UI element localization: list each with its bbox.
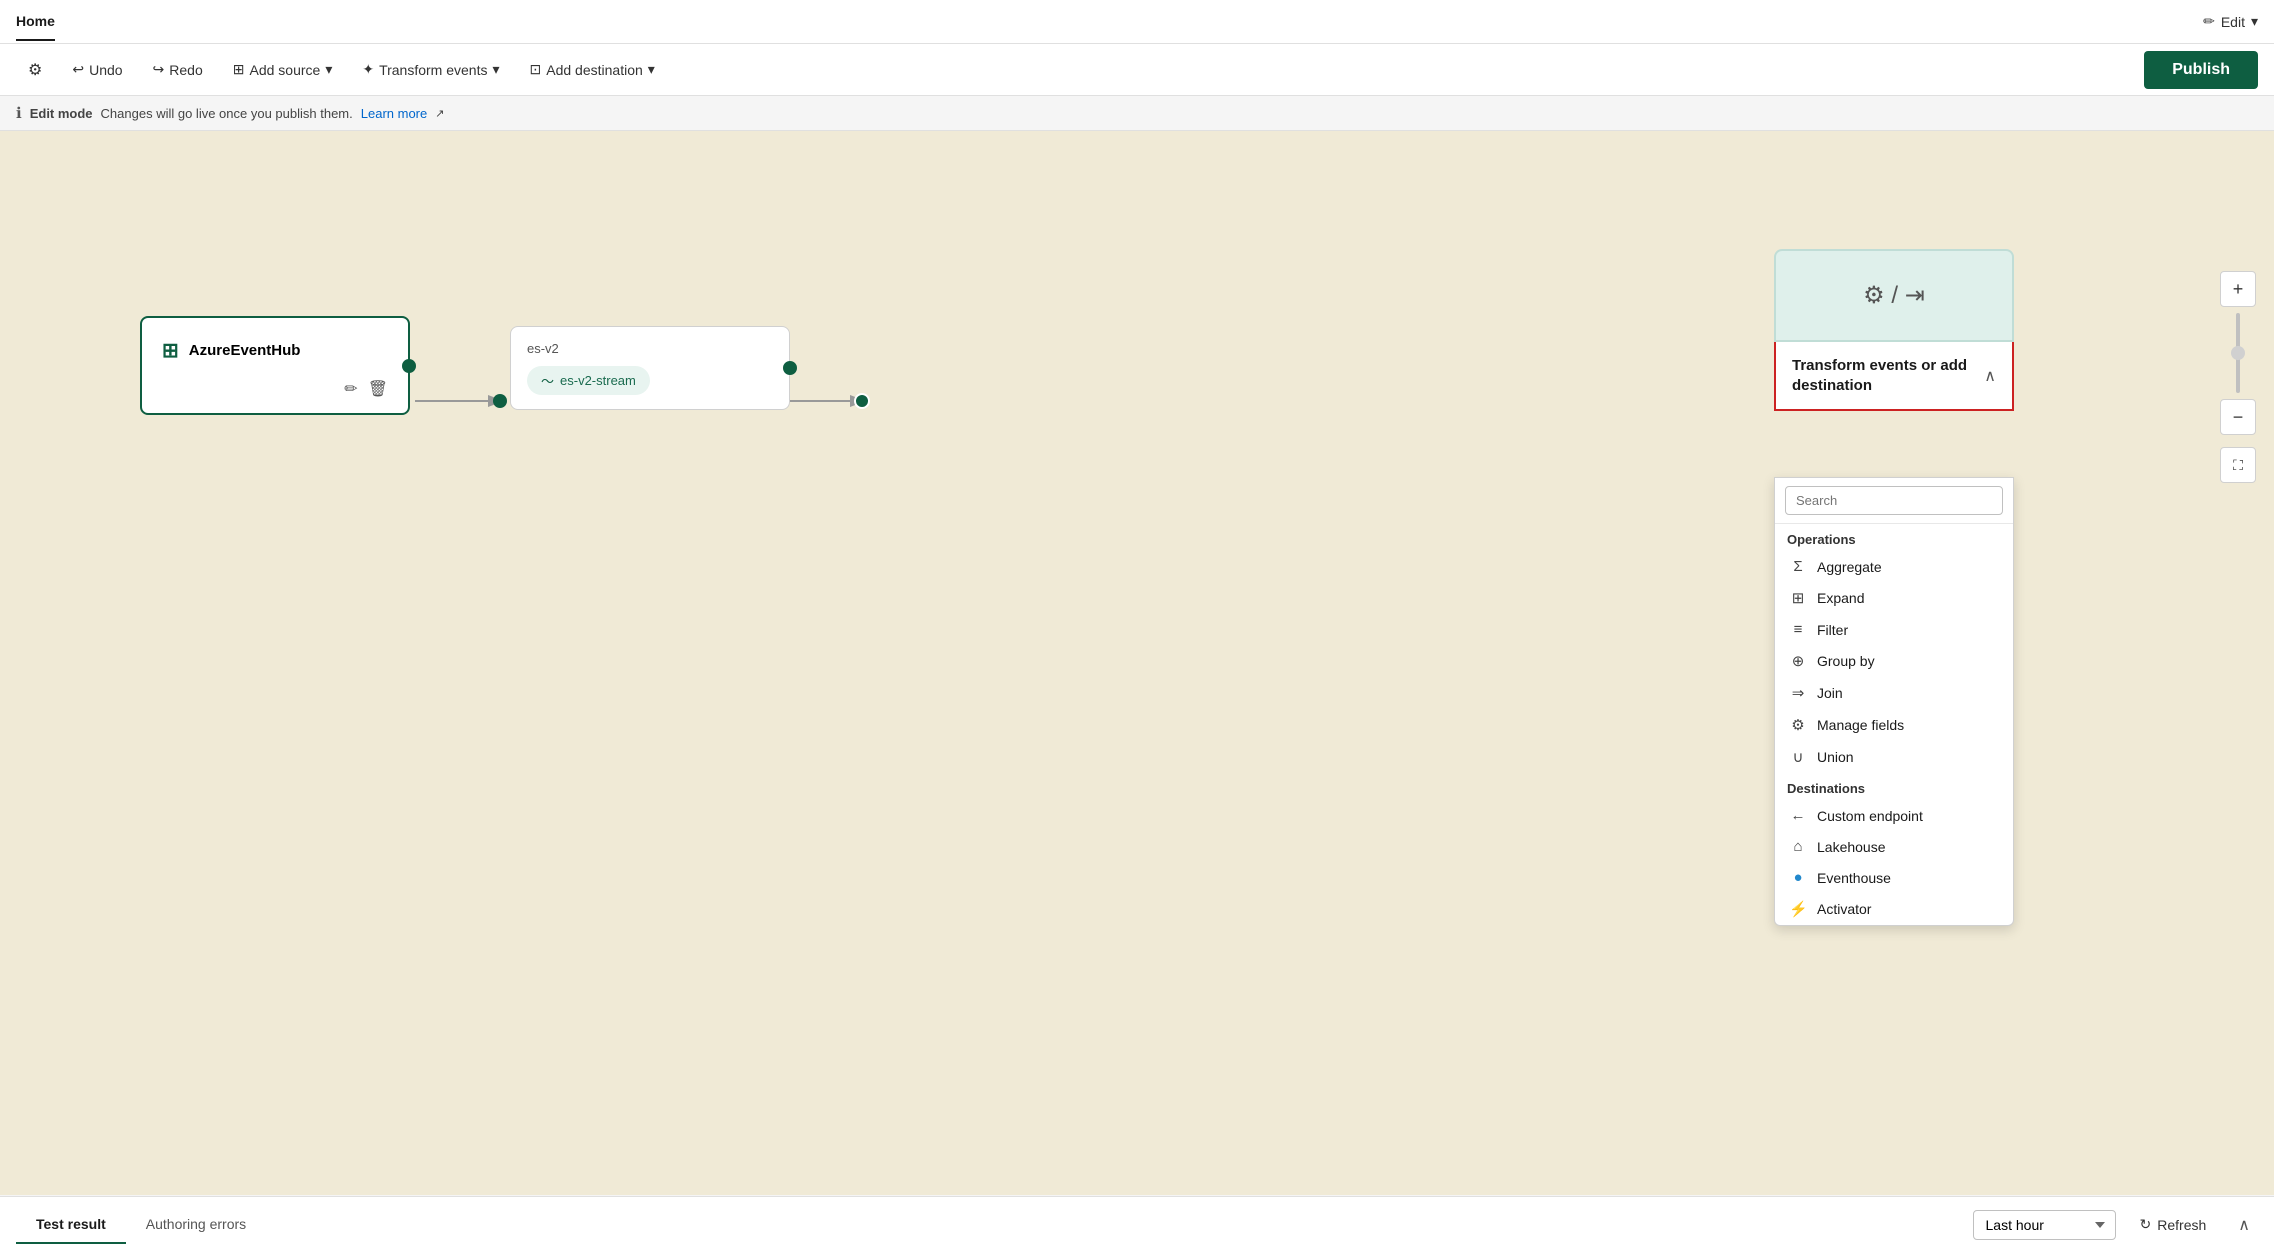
union-icon: ∪ — [1789, 748, 1807, 766]
refresh-button[interactable]: ↻ Refresh — [2126, 1210, 2221, 1239]
source-node: ⊞ AzureEventHub ✏ 🗑 — [140, 316, 410, 415]
info-icon: ℹ — [16, 104, 22, 122]
eventhouse-icon: ● — [1789, 869, 1807, 886]
join-icon: ⇒ — [1789, 684, 1807, 702]
stream-connector-right — [783, 361, 797, 375]
edit-mode-banner: ℹ Edit mode Changes will go live once yo… — [0, 96, 2274, 131]
group-by-icon: ⊕ — [1789, 652, 1807, 670]
manage-fields-item[interactable]: ⚙ Manage fields — [1775, 709, 2013, 741]
bottom-panel: Test result Authoring errors Last hour L… — [0, 1196, 2274, 1252]
redo-icon: ↪ — [153, 61, 165, 78]
transform-icon: ✦ — [362, 61, 374, 78]
undo-icon: ↩ — [72, 61, 84, 78]
collapse-bottom-button[interactable]: ∧ — [2230, 1211, 2258, 1239]
authoring-errors-tab[interactable]: Authoring errors — [126, 1206, 266, 1244]
edit-pencil-icon: ✏ — [2203, 13, 2215, 30]
zoom-controls: + − ⛶ — [2220, 271, 2256, 483]
manage-fields-icon: ⚙ — [1789, 716, 1807, 734]
lakehouse-icon: ⌂ — [1789, 838, 1807, 855]
external-link-icon: ↗ — [435, 107, 444, 120]
bottom-tabs: Test result Authoring errors — [16, 1206, 266, 1244]
zoom-in-button[interactable]: + — [2220, 271, 2256, 307]
group-by-item[interactable]: ⊕ Group by — [1775, 645, 2013, 677]
stream-node-label: es-v2 — [527, 341, 773, 356]
expand-item[interactable]: ⊞ Expand — [1775, 582, 2013, 614]
destinations-section-label: Destinations — [1775, 773, 2013, 800]
add-destination-icon: ⊡ — [530, 61, 542, 78]
add-source-icon: ⊞ — [233, 61, 245, 78]
edit-chevron-icon: ▾ — [2251, 13, 2258, 30]
transform-title-box[interactable]: Transform events or add destination ∧ — [1774, 342, 2014, 411]
activator-item[interactable]: ⚡ Activator — [1775, 893, 2013, 925]
settings-button[interactable]: ⚙ — [16, 54, 54, 86]
time-range-select[interactable]: Last hour Last 30 minutes Last 24 hours — [1973, 1210, 2116, 1240]
filter-icon: ≡ — [1789, 621, 1807, 638]
edit-node-button[interactable]: ✏ — [344, 379, 357, 399]
aggregate-item[interactable]: Σ Aggregate — [1775, 551, 2013, 582]
eventhouse-item[interactable]: ● Eventhouse — [1775, 862, 2013, 893]
source-connector-right — [402, 359, 416, 373]
test-result-tab[interactable]: Test result — [16, 1206, 126, 1244]
undo-button[interactable]: ↩ Undo — [60, 55, 134, 84]
transform-title-text: Transform events or add destination — [1792, 356, 1984, 395]
delete-node-button[interactable]: 🗑 — [368, 379, 388, 399]
transform-header-icons: ⚙ / ⇥ — [1863, 282, 1925, 309]
zoom-handle[interactable] — [2231, 346, 2245, 360]
zoom-fit-button[interactable]: ⛶ — [2220, 447, 2256, 483]
edit-button[interactable]: ✏ Edit ▾ — [2203, 13, 2258, 30]
redo-button[interactable]: ↪ Redo — [141, 55, 215, 84]
transform-events-button[interactable]: ✦ Transform events ▾ — [350, 55, 511, 84]
settings-icon: ⚙ — [28, 60, 42, 80]
operations-dropdown: Operations Σ Aggregate ⊞ Expand ≡ Filter… — [1774, 477, 2014, 926]
custom-endpoint-icon: ← — [1789, 807, 1807, 824]
search-input[interactable] — [1785, 486, 2003, 515]
add-source-chevron-icon: ▾ — [325, 61, 332, 78]
join-item[interactable]: ⇒ Join — [1775, 677, 2013, 709]
transform-destination-panel: ⚙ / ⇥ Transform events or add destinatio… — [1774, 249, 2014, 411]
union-item[interactable]: ∪ Union — [1775, 741, 2013, 773]
add-source-button[interactable]: ⊞ Add source ▾ — [221, 55, 345, 84]
refresh-icon: ↻ — [2140, 1216, 2152, 1233]
zoom-slider[interactable] — [2236, 313, 2240, 393]
add-destination-button[interactable]: ⊡ Add destination ▾ — [518, 55, 667, 84]
transform-chevron-icon: ▾ — [492, 61, 499, 78]
stream-chip[interactable]: 〜 es-v2-stream — [527, 366, 650, 395]
learn-more-link[interactable]: Learn more — [361, 106, 427, 121]
activator-icon: ⚡ — [1789, 900, 1807, 918]
canvas-area: ⊞ AzureEventHub ✏ 🗑 es-v2 〜 es-v2-stream… — [0, 131, 2274, 1195]
collapse-transform-button[interactable]: ∧ — [1984, 366, 1996, 386]
zoom-out-button[interactable]: − — [2220, 399, 2256, 435]
home-tab[interactable]: Home — [16, 3, 55, 41]
custom-endpoint-item[interactable]: ← Custom endpoint — [1775, 800, 2013, 831]
transform-header: ⚙ / ⇥ — [1774, 249, 2014, 342]
operations-section-label: Operations — [1775, 524, 2013, 551]
stream-node: es-v2 〜 es-v2-stream — [510, 326, 790, 410]
stream-chip-text: es-v2-stream — [560, 373, 636, 388]
source-node-label: AzureEventHub — [189, 342, 301, 359]
publish-button[interactable]: Publish — [2144, 51, 2258, 89]
filter-item[interactable]: ≡ Filter — [1775, 614, 2013, 645]
stream-chip-icon: 〜 — [541, 371, 554, 390]
expand-icon: ⊞ — [1789, 589, 1807, 607]
lakehouse-item[interactable]: ⌂ Lakehouse — [1775, 831, 2013, 862]
add-destination-chevron-icon: ▾ — [648, 61, 655, 78]
aggregate-icon: Σ — [1789, 558, 1807, 575]
azure-event-hub-icon: ⊞ — [162, 338, 179, 363]
